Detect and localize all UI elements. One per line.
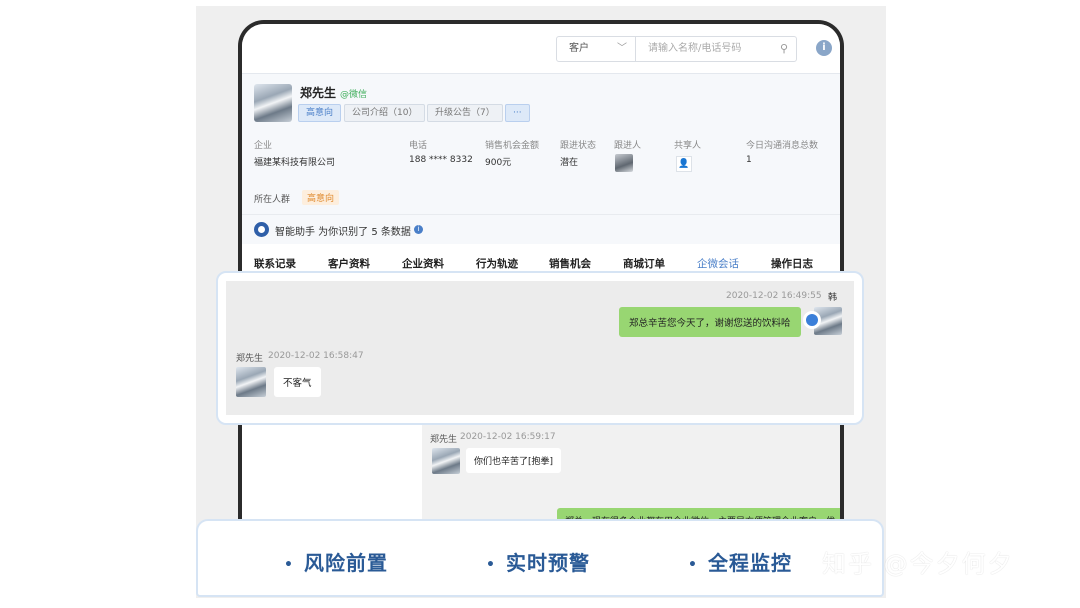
tag-upgrade-notice[interactable]: 升级公告（7）: [427, 104, 503, 122]
tab-company-info[interactable]: 企业资料: [402, 256, 444, 271]
follower-avatar[interactable]: [615, 154, 633, 172]
msg3-avatar: [432, 448, 460, 474]
assistant-bot-icon: [254, 222, 269, 237]
field-value-status: 潜在: [560, 158, 579, 168]
field-value-company: 福建某科技有限公司: [254, 158, 336, 168]
msg2-avatar: [236, 367, 266, 397]
tab-behavior-trail[interactable]: 行为轨迹: [476, 256, 518, 271]
customer-avatar: [254, 84, 292, 122]
customer-source: @微信: [340, 90, 368, 100]
search-placeholder: 请输入名称/电话号码: [648, 43, 742, 54]
field-label-amount: 销售机会金额: [485, 141, 540, 151]
msg1-sender: 韩: [828, 293, 838, 303]
tag-intent[interactable]: 高意向: [298, 104, 342, 122]
msg3-bubble: 你们也辛苦了[抱拳]: [466, 448, 562, 473]
feature-banner: • 风险前置 • 实时预警 • 全程监控: [196, 519, 884, 597]
field-label-msg-total: 今日沟通消息总数: [746, 141, 819, 151]
msg2-sender: 郑先生: [236, 354, 264, 364]
chevron-down-icon: ﹀: [617, 43, 627, 54]
field-value-msg-total: 1: [746, 155, 752, 165]
feature-item-monitor: • 全程监控: [688, 551, 792, 575]
field-value-phone: 188 **** 8332: [409, 155, 473, 165]
field-label-company: 企业: [254, 141, 273, 151]
chat-area: 2020-12-02 16:49:55 韩 郑总辛苦您今天了，谢谢您送的饮料哈 …: [226, 281, 854, 415]
msg3-sender: 郑先生: [430, 435, 458, 445]
feature-item-risk: • 风险前置: [284, 551, 388, 575]
assistant-text: 智能助手 为你识别了 5 条数据: [275, 227, 411, 238]
msg2-time: 2020-12-02 16:58:47: [268, 351, 364, 361]
msg1-bubble: 郑总辛苦您今天了，谢谢您送的饮料哈: [619, 307, 801, 337]
download-icon[interactable]: [803, 311, 821, 329]
tab-mall-orders[interactable]: 商城订单: [623, 256, 665, 271]
chat-highlight-panel: 2020-12-02 16:49:55 韩 郑总辛苦您今天了，谢谢您送的饮料哈 …: [216, 271, 864, 425]
tab-wecom-chat[interactable]: 企微会话: [697, 256, 739, 271]
field-label-follower: 跟进人: [614, 141, 642, 151]
info-icon[interactable]: i: [816, 40, 832, 56]
crowd-tag: 高意向: [302, 190, 340, 205]
customer-card: 郑先生 @微信 高意向 公司介绍（10） 升级公告（7） ··· 企业 福建某科…: [242, 74, 840, 214]
msg2-bubble: 不客气: [274, 367, 321, 397]
tab-customer-info[interactable]: 客户资料: [328, 256, 370, 271]
field-label-sharer: 共享人: [674, 141, 702, 151]
crowd-label: 所在人群: [254, 195, 291, 205]
tab-contact-records[interactable]: 联系记录: [254, 256, 296, 271]
search-type-value: 客户: [569, 43, 589, 54]
field-label-status: 跟进状态: [560, 141, 597, 151]
more-tags-button[interactable]: ···: [505, 104, 530, 122]
customer-name: 郑先生: [300, 86, 337, 100]
feature-item-warning: • 实时预警: [486, 551, 590, 575]
assistant-bar: 智能助手 为你识别了 5 条数据 i: [242, 214, 840, 244]
top-bar: 客户 ﹀ 请输入名称/电话号码 ⚲ i: [242, 24, 840, 74]
msg1-time: 2020-12-02 16:49:55: [726, 291, 822, 301]
field-label-phone: 电话: [409, 141, 428, 151]
search-type-select[interactable]: 客户 ﹀: [556, 36, 636, 62]
tag-company-intro[interactable]: 公司介绍（10）: [344, 104, 426, 122]
search-input[interactable]: 请输入名称/电话号码 ⚲: [635, 36, 797, 62]
tab-sales-opportunity[interactable]: 销售机会: [549, 256, 591, 271]
watermark-text: 知乎 @今夕何夕: [822, 550, 1014, 578]
msg3-time: 2020-12-02 16:59:17: [460, 432, 556, 442]
sharer-user-icon[interactable]: 👤: [676, 156, 692, 172]
assistant-info-icon[interactable]: i: [414, 225, 423, 234]
search-icon[interactable]: ⚲: [780, 37, 788, 61]
tab-operation-log[interactable]: 操作日志: [771, 256, 813, 271]
field-value-amount: 900元: [485, 158, 512, 168]
